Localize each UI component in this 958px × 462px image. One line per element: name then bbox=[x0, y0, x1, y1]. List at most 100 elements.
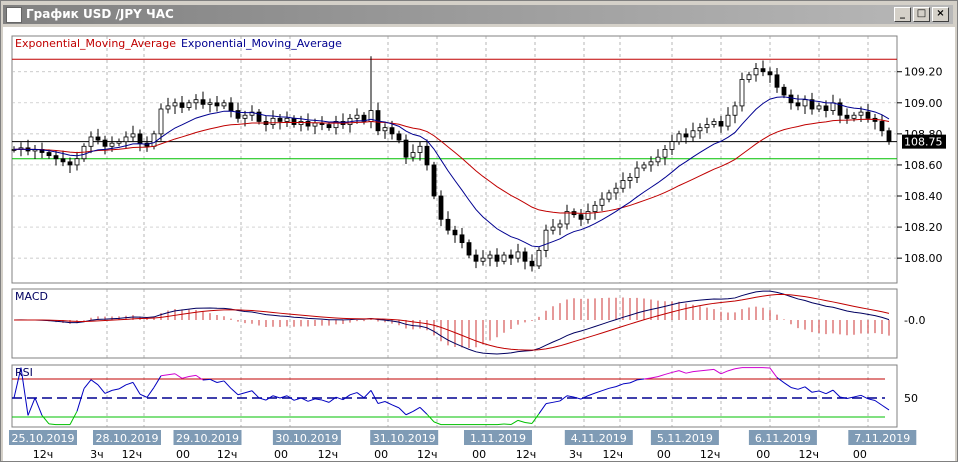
hour-label: 3ч bbox=[569, 448, 583, 461]
candle-body bbox=[109, 142, 115, 147]
candle-body bbox=[116, 141, 122, 144]
candle-body bbox=[522, 251, 528, 262]
candle-body bbox=[242, 114, 248, 119]
candle-body bbox=[396, 133, 402, 141]
rsi-title: RSI bbox=[15, 366, 33, 379]
date-label: 4.11.2019 bbox=[571, 432, 627, 445]
panel-price bbox=[11, 35, 898, 284]
candle-body bbox=[788, 94, 794, 104]
candle-body bbox=[312, 122, 318, 127]
candle-body bbox=[172, 102, 178, 107]
candle-body bbox=[802, 99, 808, 107]
candle-body bbox=[200, 99, 206, 105]
candle-body bbox=[466, 242, 472, 256]
candle-body bbox=[753, 68, 759, 76]
hour-label: 00 bbox=[853, 448, 867, 461]
hour-label: 12ч bbox=[33, 448, 54, 461]
candle-body bbox=[550, 226, 556, 231]
macd-title: MACD bbox=[15, 290, 48, 303]
candle-body bbox=[74, 158, 80, 166]
hour-label: 00 bbox=[472, 448, 486, 461]
candle-body bbox=[473, 254, 479, 262]
legend-ema-1: Exponential_Moving_Average bbox=[181, 37, 342, 50]
candle-body bbox=[739, 79, 745, 107]
candle-body bbox=[760, 68, 766, 73]
price-tick-label: 108.60 bbox=[904, 159, 943, 172]
candle-body bbox=[389, 127, 395, 135]
candle-body bbox=[403, 139, 409, 158]
date-label: 25.10.2019 bbox=[12, 432, 75, 445]
candle-body bbox=[452, 229, 458, 236]
price-tick-label: 108.20 bbox=[904, 221, 943, 234]
candle-body bbox=[683, 133, 689, 138]
candle-body bbox=[816, 105, 822, 110]
rsi-line-segment bbox=[202, 378, 211, 381]
candle-body bbox=[676, 133, 682, 143]
candle-body bbox=[718, 121, 724, 127]
candle-body bbox=[858, 111, 864, 116]
candle-body bbox=[704, 124, 710, 129]
candle-body bbox=[543, 229, 549, 251]
candle-body bbox=[781, 86, 787, 96]
candle-body bbox=[438, 195, 444, 220]
rsi-line-segment bbox=[503, 423, 512, 426]
rsi-tick-label: 50 bbox=[904, 392, 918, 405]
candle-body bbox=[662, 149, 668, 158]
candle-body bbox=[123, 136, 129, 143]
price-tick-label: 108.00 bbox=[904, 252, 943, 265]
candle-body bbox=[67, 161, 73, 166]
hour-label: 12ч bbox=[700, 448, 721, 461]
hour-label: 00 bbox=[274, 448, 288, 461]
candle-body bbox=[886, 130, 892, 143]
macd-tick-label: -0.0 bbox=[904, 314, 925, 327]
candle-body bbox=[851, 114, 857, 119]
candle-body bbox=[732, 105, 738, 116]
candle-body bbox=[417, 145, 423, 153]
candle-body bbox=[690, 130, 696, 138]
candle-body bbox=[879, 121, 885, 132]
candle-body bbox=[515, 251, 521, 259]
candle-body bbox=[725, 114, 731, 127]
hour-label: 12ч bbox=[217, 448, 238, 461]
candle-body bbox=[578, 214, 584, 220]
candle-body bbox=[627, 176, 633, 181]
candle-body bbox=[95, 136, 101, 141]
candle-body bbox=[620, 180, 626, 189]
candle-body bbox=[711, 121, 717, 125]
candle-body bbox=[354, 114, 360, 119]
hour-label: 00 bbox=[176, 448, 190, 461]
candle-body bbox=[179, 102, 185, 108]
date-label: 6.11.2019 bbox=[755, 432, 811, 445]
panel-macd bbox=[11, 288, 898, 359]
candle-body bbox=[270, 117, 276, 125]
price-tick-label: 109.20 bbox=[904, 66, 943, 79]
candle-body bbox=[158, 108, 164, 135]
candle-body bbox=[599, 198, 605, 206]
candle-body bbox=[151, 133, 157, 147]
candle-body bbox=[53, 155, 59, 160]
date-label: 28.10.2019 bbox=[96, 432, 159, 445]
candle-body bbox=[592, 204, 598, 212]
candle-body bbox=[207, 102, 213, 105]
candle-body bbox=[424, 145, 430, 166]
date-label: 31.10.2019 bbox=[373, 432, 436, 445]
candle-body bbox=[88, 136, 94, 147]
candle-body bbox=[130, 133, 136, 138]
candle-body bbox=[648, 161, 654, 166]
candle-body bbox=[165, 105, 171, 110]
candle-body bbox=[137, 133, 143, 144]
candle-body bbox=[193, 99, 199, 104]
candle-body bbox=[277, 117, 283, 122]
candle-body bbox=[459, 234, 465, 244]
rsi-line-segment bbox=[496, 423, 505, 426]
chart-canvas[interactable]: 108.00108.20108.40108.60108.80109.00109.… bbox=[0, 0, 958, 462]
candle-body bbox=[326, 124, 332, 129]
candle-body bbox=[228, 102, 234, 111]
hour-label: 12ч bbox=[417, 448, 438, 461]
candle-body bbox=[487, 254, 493, 259]
candle-body bbox=[557, 223, 563, 228]
candle-body bbox=[529, 260, 535, 267]
candle-body bbox=[641, 164, 647, 169]
candle-body bbox=[102, 139, 108, 147]
candle-body bbox=[697, 127, 703, 132]
